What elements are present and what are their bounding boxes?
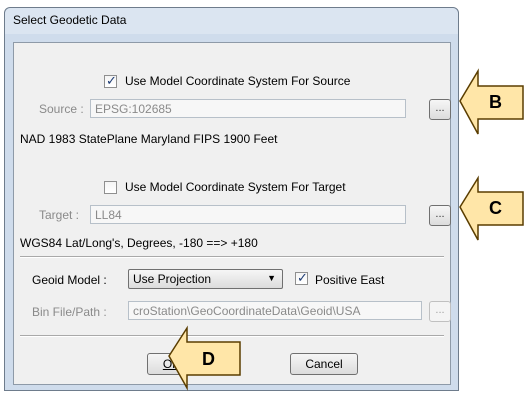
callout-overlay bbox=[168, 68, 524, 391]
callout-b-label: B bbox=[489, 92, 502, 112]
callout-d-label: D bbox=[202, 349, 215, 369]
callout-c-label: C bbox=[489, 198, 502, 218]
